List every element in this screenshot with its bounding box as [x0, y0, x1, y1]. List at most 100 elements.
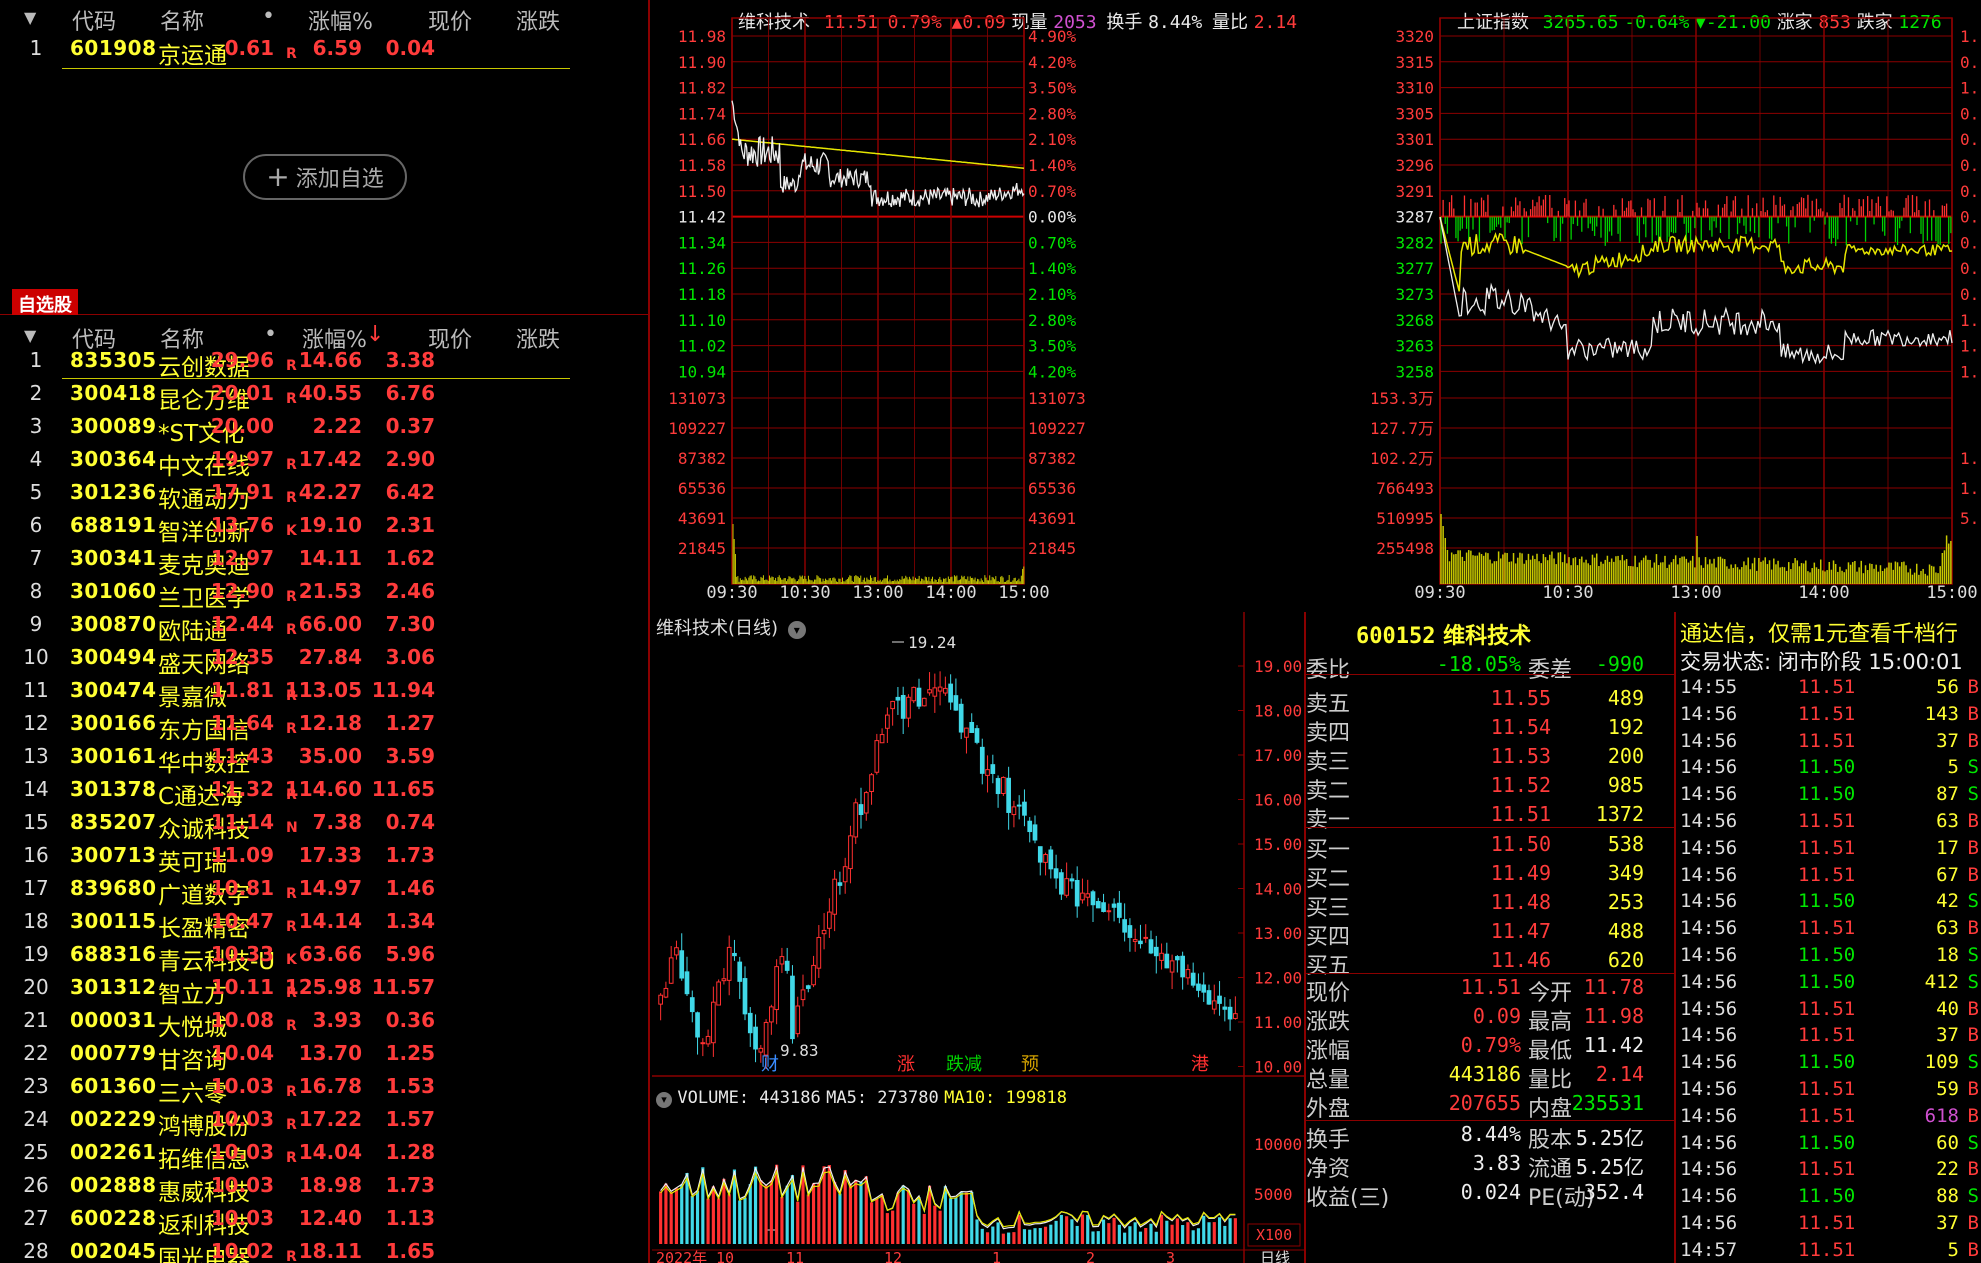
watchlist-row[interactable]: 4 300364 中文在线 R 19.97 17.42 2.90	[0, 445, 650, 480]
watchlist-row[interactable]: 12 300166 东方国信 R 11.64 12.18 1.27	[0, 709, 650, 744]
right-tick-label: 5.	[1960, 509, 1979, 528]
watchlist-row[interactable]: 6 688191 智洋创新 K 13.76 19.10 2.31	[0, 511, 650, 546]
tick-price: 11.50	[1798, 1131, 1856, 1154]
row-index: 24	[23, 1107, 49, 1131]
right-tick-label: 0.	[1960, 53, 1979, 72]
watchlist-row[interactable]: 14 301378 C通达海 R 11.32 114.60 11.65	[0, 775, 650, 810]
watchlist-row[interactable]: 17 839680 广道数字 R 10.81 14.97 1.46	[0, 874, 650, 909]
ob-name: 维科技术	[1443, 624, 1532, 649]
watchlist-row[interactable]: 15 835207 众诚科技 N 11.14 7.38 0.74	[0, 808, 650, 843]
tick-price: 11.51	[1798, 676, 1856, 698]
tick-volume: 63	[1936, 810, 1959, 832]
row-index: 22	[23, 1041, 49, 1065]
tick-price: 11.51	[1798, 702, 1856, 725]
pct-tick-label: 4.90%	[1028, 27, 1077, 46]
bid-level[interactable]: 买五 11.46 620	[1306, 948, 1676, 979]
watchlist-row[interactable]: 21 000031 大悦城 R 10.08 3.93 0.36	[0, 1006, 650, 1041]
tick-side: B	[1967, 729, 1979, 752]
price-tick-label: 11.82	[678, 79, 726, 98]
candle-body	[663, 987, 669, 998]
change-value: 1.73	[385, 1173, 435, 1197]
right-tick-label: 1.	[1960, 449, 1979, 468]
bid-level[interactable]: 买四 11.47 488	[1306, 919, 1676, 950]
col-price[interactable]: 现价	[428, 4, 472, 36]
watchlist-row[interactable]: 9 300870 欧陆通 R 12.44 66.00 7.30	[0, 610, 650, 645]
bid-level[interactable]: 买三 11.48 253	[1306, 890, 1676, 921]
watchlist-row[interactable]: 22 000779 甘咨询 10.04 13.70 1.25	[0, 1039, 650, 1074]
candle-body	[689, 997, 695, 1013]
col-code[interactable]: 代码	[72, 4, 116, 36]
chevron-down-icon[interactable]: ▼	[24, 8, 36, 27]
watchlist-row[interactable]: 1 601908 京运通 R 0.61 6.59 0.04	[0, 34, 650, 69]
bid-level[interactable]: 买二 11.49 349	[1306, 861, 1676, 892]
stock-code: 688191	[70, 513, 157, 537]
ask-level[interactable]: 卖一 11.51 1372	[1306, 802, 1676, 833]
time-tick-label: 09:30	[706, 583, 757, 603]
watchlist-row[interactable]: 16 300713 英可瑞 11.09 17.33 1.73	[0, 841, 650, 876]
period-label: 日线	[1260, 1249, 1290, 1263]
bid-level[interactable]: 买一 11.50 538	[1306, 832, 1676, 863]
watchlist-row[interactable]: 1 835305 云创数据 R 29.96 14.66 3.38	[0, 346, 650, 381]
candle-body	[1132, 939, 1138, 942]
change-pct: 10.03	[210, 1173, 274, 1197]
last-price: 19.10	[298, 513, 362, 537]
intraday-chart[interactable]: 11.98 4.90% 11.90 4.20% 11.82 3.50% 11.74 2.80%…	[652, 0, 1372, 612]
ask-level[interactable]: 卖二 11.52 985	[1306, 773, 1676, 804]
watchlist-row[interactable]: 2 300418 昆仑万维 R 20.01 40.55 6.76	[0, 379, 650, 414]
col-pct[interactable]: 涨幅%	[308, 4, 373, 36]
ob-price: 11.53	[1490, 744, 1551, 768]
watchlist-row[interactable]: 18 300115 长盈精密 R 10.47 14.14 1.34	[0, 907, 650, 942]
row-index: 14	[23, 777, 49, 801]
tab-zixuan[interactable]: 自选股	[12, 289, 78, 316]
watchlist-row[interactable]: 5 301236 软通动力 R 17.91 42.27 6.42	[0, 478, 650, 513]
price-tick-label: 15.00	[1254, 835, 1302, 854]
index-chart[interactable]: 3320 3315 3310 3305 3301 3296 3291 3287 3282 3277…	[1372, 0, 1981, 612]
low-price-label: 9.83	[780, 1041, 819, 1060]
stat-value: 0.09	[1472, 1004, 1521, 1028]
date-tick-label: 10	[716, 1249, 734, 1263]
watchlist-row[interactable]: 7 300341 麦克奥迪 12.97 14.11 1.62	[0, 544, 650, 579]
watchlist-row[interactable]: 27 600228 返利科技 10.03 12.40 1.13	[0, 1204, 650, 1239]
tick-row: 14:56 11.50 87 S	[1680, 783, 1981, 810]
stock-code: 300713	[70, 843, 157, 867]
fund-label: 换手	[1306, 1128, 1351, 1153]
add-watch-button[interactable]: + 添加自选	[243, 154, 407, 200]
candle-body	[979, 746, 985, 774]
fundamental-row: 净资 3.83 流通 5.25亿	[1306, 1151, 1676, 1182]
col-chg[interactable]: 涨跌	[516, 4, 560, 36]
watchlist-row[interactable]: 20 301312 智立方 R 10.11 125.98 11.57	[0, 973, 650, 1008]
ob-price: 11.48	[1490, 890, 1551, 914]
watchlist-row[interactable]: 3 300089 *ST文化 20.00 2.22 0.37	[0, 412, 650, 447]
watchlist-row[interactable]: 23 601360 三六零 R 10.03 16.78 1.53	[0, 1072, 650, 1107]
kline-chart[interactable]: 19.00 18.00 17.00 16.00 15.00 14.00 13.00 12.00…	[652, 612, 1304, 1263]
watchlist-row[interactable]: 19 688316 青云科技-U K 10.33 63.66 5.96	[0, 940, 650, 975]
chevron-down-icon[interactable]: ▼	[24, 326, 36, 345]
col-name[interactable]: 名称	[160, 4, 204, 36]
promo-banner[interactable]: 通达信，仅需1元查看千档行	[1680, 616, 1981, 648]
candle-body	[763, 1021, 769, 1056]
watchlist-row[interactable]: 28 002045 国光电器 R 10.02 18.11 1.65	[0, 1237, 650, 1263]
watchlist-row[interactable]: 10 300494 盛天网络 12.35 27.84 3.06	[0, 643, 650, 678]
candle-body	[774, 966, 779, 1011]
ob-volume: 200	[1607, 744, 1644, 768]
ask-level[interactable]: 卖三 11.53 200	[1306, 744, 1676, 775]
watchlist-row[interactable]: 8 301060 兰卫医学 R 12.90 21.53 2.46	[0, 577, 650, 612]
candle-body	[1027, 820, 1033, 833]
candle-body	[848, 835, 853, 870]
change-pct: 10.03	[210, 1107, 274, 1131]
right-tick-label: 1.	[1960, 479, 1979, 498]
watchlist-row[interactable]: 11 300474 景嘉微 R 11.81 113.05 11.94	[0, 676, 650, 711]
watchlist-row[interactable]: 13 300161 华中数控 11.43 35.00 3.59	[0, 742, 650, 777]
tick-price: 11.51	[1798, 1104, 1856, 1127]
margin-flag: R	[286, 1018, 297, 1034]
stock-code: 002045	[70, 1239, 157, 1263]
watchlist-row[interactable]: 25 002261 拓维信息 R 10.03 14.04 1.28	[0, 1138, 650, 1173]
ask-level[interactable]: 卖五 11.55 489	[1306, 686, 1676, 717]
ob-label: 卖五	[1306, 692, 1351, 717]
watchlist-row[interactable]: 24 002229 鸿博股份 R 10.03 17.22 1.57	[0, 1105, 650, 1140]
stat-label: 内盘	[1528, 1097, 1573, 1122]
change-pct: 10.11	[210, 975, 274, 999]
ask-level[interactable]: 卖四 11.54 192	[1306, 715, 1676, 746]
chevron-down-icon[interactable]: ▾	[656, 1092, 672, 1108]
watchlist-row[interactable]: 26 002888 惠威科技 10.03 18.98 1.73	[0, 1171, 650, 1206]
